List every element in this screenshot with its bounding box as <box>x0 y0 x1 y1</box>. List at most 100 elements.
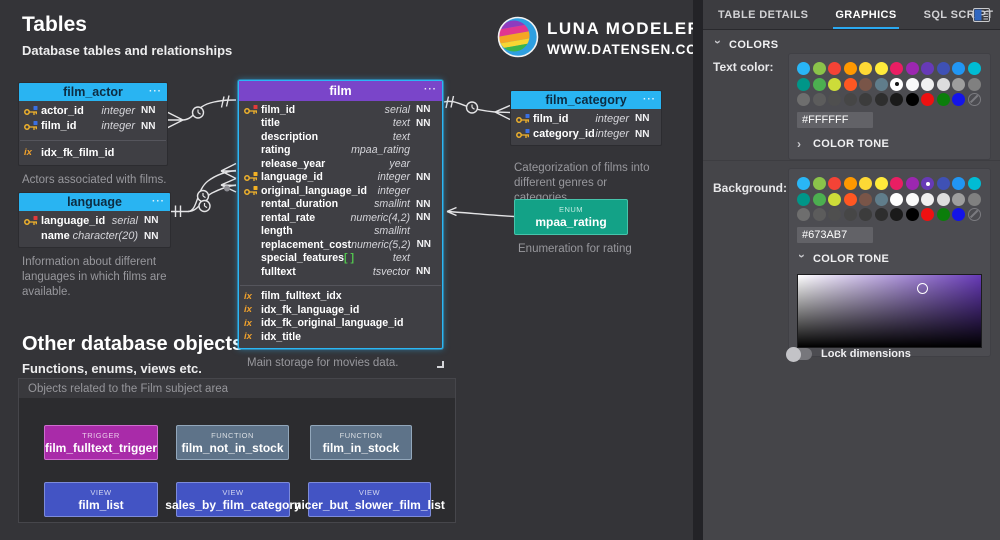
color-swatch[interactable] <box>921 77 934 91</box>
color-swatch[interactable] <box>890 77 903 91</box>
color-swatch[interactable] <box>905 192 919 206</box>
column-category_id[interactable]: category_id integer NN <box>511 127 661 143</box>
table-box[interactable]: language ··· language_id serial NN name charac… <box>18 192 171 248</box>
color-swatch[interactable] <box>890 62 903 75</box>
color-swatch[interactable] <box>843 192 857 206</box>
color-swatch[interactable] <box>952 93 965 106</box>
color-swatch[interactable] <box>952 62 965 75</box>
column-film_id[interactable]: film_id integer NN <box>19 119 167 135</box>
enum-mpaa-rating[interactable]: ENUM mpaa_rating Enumeration for rating <box>514 199 648 257</box>
color-swatch[interactable] <box>967 192 981 206</box>
canvas-scrollbar[interactable] <box>693 0 703 540</box>
color-swatch[interactable] <box>921 177 934 190</box>
index-idx_fk_original_language_id[interactable]: ix idx_fk_original_language_id <box>239 317 442 331</box>
column-special_features[interactable]: special_features[ ] text <box>239 252 442 266</box>
column-length[interactable]: length smallint <box>239 225 442 239</box>
color-swatch[interactable] <box>812 62 826 75</box>
column-name[interactable]: name character(20) NN <box>19 229 170 245</box>
index-idx_fk_language_id[interactable]: ix idx_fk_language_id <box>239 303 442 317</box>
column-fulltext[interactable]: fulltext tsvector NN <box>239 265 442 279</box>
column-original_language_id[interactable]: original_language_id integer <box>239 184 442 198</box>
color-swatch[interactable] <box>797 208 810 221</box>
color-swatch[interactable] <box>890 208 903 221</box>
color-swatch[interactable] <box>828 77 841 91</box>
gradient-cursor[interactable] <box>917 283 928 294</box>
table-film-actor[interactable]: film_actor ··· actor_id integer NN film_id int… <box>18 82 172 188</box>
colors-section-header[interactable]: › COLORS <box>711 38 778 52</box>
color-swatch[interactable] <box>952 192 965 206</box>
color-swatch[interactable] <box>967 77 981 91</box>
color-swatch[interactable] <box>874 77 888 91</box>
color-swatch[interactable] <box>859 77 872 91</box>
table-language[interactable]: language ··· language_id serial NN name charac… <box>18 192 171 300</box>
view-film_list[interactable]: VIEW film_list <box>44 482 158 517</box>
color-swatch[interactable] <box>797 93 810 106</box>
diagram-canvas[interactable]: Tables Database tables and relationships… <box>0 0 709 540</box>
index-film_fulltext_idx[interactable]: ix film_fulltext_idx <box>239 290 442 304</box>
color-swatch[interactable] <box>874 192 888 206</box>
color-swatch[interactable] <box>797 192 810 206</box>
color-swatch[interactable] <box>874 93 888 106</box>
trigger-film_fulltext_trigger[interactable]: TRIGGER film_fulltext_trigger <box>44 425 158 460</box>
color-swatch[interactable] <box>952 177 965 190</box>
color-swatch[interactable] <box>797 77 810 91</box>
color-swatch[interactable] <box>952 208 965 221</box>
table-header[interactable]: film_category ··· <box>511 91 661 109</box>
table-menu-button[interactable]: ··· <box>424 81 437 98</box>
color-swatch[interactable] <box>843 77 857 91</box>
color-swatch[interactable] <box>967 62 981 75</box>
color-swatch[interactable] <box>936 192 950 206</box>
color-swatch[interactable] <box>936 62 950 75</box>
color-swatch[interactable] <box>921 93 934 106</box>
column-film_id[interactable]: film_id serial NN <box>239 103 442 117</box>
table-film-category[interactable]: film_category ··· film_id integer NN category… <box>510 90 664 206</box>
color-swatch[interactable] <box>936 208 950 221</box>
color-swatch[interactable] <box>936 77 950 91</box>
color-swatch[interactable] <box>828 93 841 106</box>
custom-color-swatch[interactable] <box>967 93 981 106</box>
column-language_id[interactable]: language_id integer NN <box>239 171 442 185</box>
color-swatch[interactable] <box>843 62 857 75</box>
table-box-selected[interactable]: film ··· film_id serial NN title text NN descri… <box>238 80 444 368</box>
text-color-hex-input[interactable] <box>797 112 873 128</box>
color-swatch[interactable] <box>828 208 841 221</box>
column-language_id[interactable]: language_id serial NN <box>19 213 170 229</box>
panel-toggle-icon[interactable] <box>973 8 990 27</box>
column-rental_rate[interactable]: rental_rate numeric(4,2) NN <box>239 211 442 225</box>
toggle-knob[interactable] <box>786 346 801 362</box>
column-film_id[interactable]: film_id integer NN <box>511 111 661 127</box>
tab-table-details[interactable]: TABLE DETAILS <box>718 0 808 29</box>
color-swatch[interactable] <box>890 93 903 106</box>
color-swatch[interactable] <box>828 177 841 190</box>
color-swatch[interactable] <box>828 192 841 206</box>
view-sales_by_film_category[interactable]: VIEW sales_by_film_category <box>165 482 301 517</box>
table-menu-button[interactable]: ··· <box>152 193 165 210</box>
column-description[interactable]: description text <box>239 130 442 144</box>
color-swatch[interactable] <box>936 177 950 190</box>
color-swatch[interactable] <box>797 177 810 190</box>
color-swatch[interactable] <box>905 208 919 221</box>
table-menu-button[interactable]: ··· <box>149 83 162 100</box>
text-color-tone-toggle[interactable]: › COLOR TONE <box>797 137 982 151</box>
index-idx_fk_film_id[interactable]: ix idx_fk_film_id <box>19 145 167 161</box>
color-swatch[interactable] <box>905 177 919 190</box>
enum-shape[interactable]: ENUM mpaa_rating <box>514 199 628 235</box>
color-swatch[interactable] <box>859 93 872 106</box>
color-swatch[interactable] <box>952 77 965 91</box>
color-swatch[interactable] <box>797 62 810 75</box>
background-color-hex-input[interactable] <box>797 227 873 243</box>
table-header[interactable]: language ··· <box>19 193 170 211</box>
table-header[interactable]: film ··· <box>239 81 442 101</box>
color-swatch[interactable] <box>812 192 826 206</box>
color-swatch[interactable] <box>921 62 934 75</box>
color-swatch[interactable] <box>859 208 872 221</box>
color-swatch[interactable] <box>874 208 888 221</box>
table-film[interactable]: film ··· film_id serial NN title text NN descri… <box>238 80 447 371</box>
color-swatch[interactable] <box>890 177 903 190</box>
tab-graphics[interactable]: GRAPHICS <box>833 0 899 29</box>
color-swatch[interactable] <box>936 93 950 106</box>
color-tone-gradient[interactable] <box>797 274 982 348</box>
table-box[interactable]: film_category ··· film_id integer NN category… <box>510 90 662 146</box>
table-box[interactable]: film_actor ··· actor_id integer NN film_id int… <box>18 82 168 166</box>
column-replacement_cost[interactable]: replacement_cost numeric(5,2) NN <box>239 238 442 252</box>
